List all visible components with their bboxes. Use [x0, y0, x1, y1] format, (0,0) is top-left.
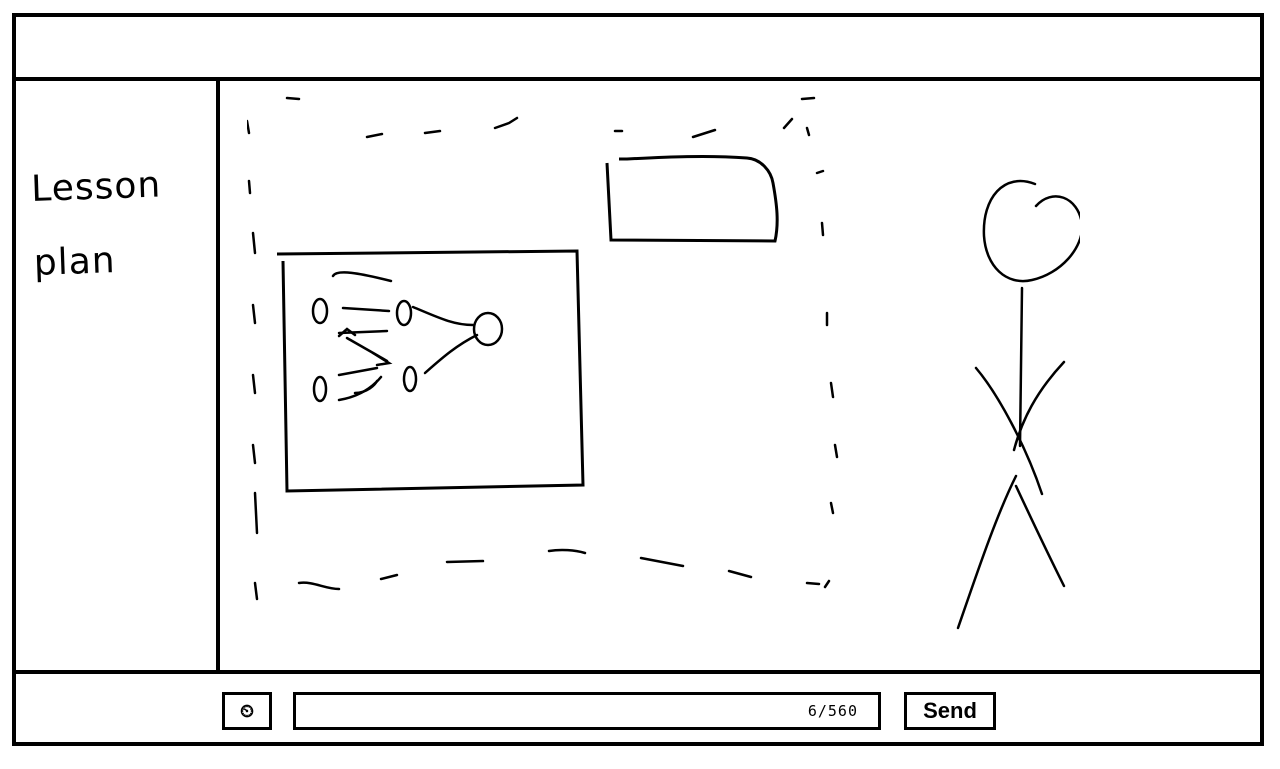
timer-icon[interactable]: ⏲: [222, 692, 272, 730]
classroom-stage: [220, 81, 1260, 670]
chat-toolbar: ⏲ 6/560 Send: [16, 670, 1260, 742]
char-counter: 6/560: [807, 702, 858, 720]
app-window: Lesson plan ⏲ 6/560 Send: [12, 13, 1264, 746]
message-field[interactable]: 6/560: [293, 692, 881, 730]
teacher-figure-icon: [956, 179, 1080, 630]
slide-canvas[interactable]: [247, 93, 855, 603]
lesson-plan-sidebar: Lesson plan: [16, 81, 220, 670]
sidebar-title[interactable]: Lesson plan: [30, 147, 205, 301]
text-box-icon[interactable]: [605, 154, 779, 243]
send-button[interactable]: Send: [904, 692, 996, 730]
slide-image-icon[interactable]: [276, 249, 585, 493]
graph-diagram-icon: [311, 271, 504, 403]
header-bar: [16, 17, 1260, 81]
slide-dashed-border: [247, 96, 839, 601]
message-input[interactable]: [302, 699, 776, 725]
